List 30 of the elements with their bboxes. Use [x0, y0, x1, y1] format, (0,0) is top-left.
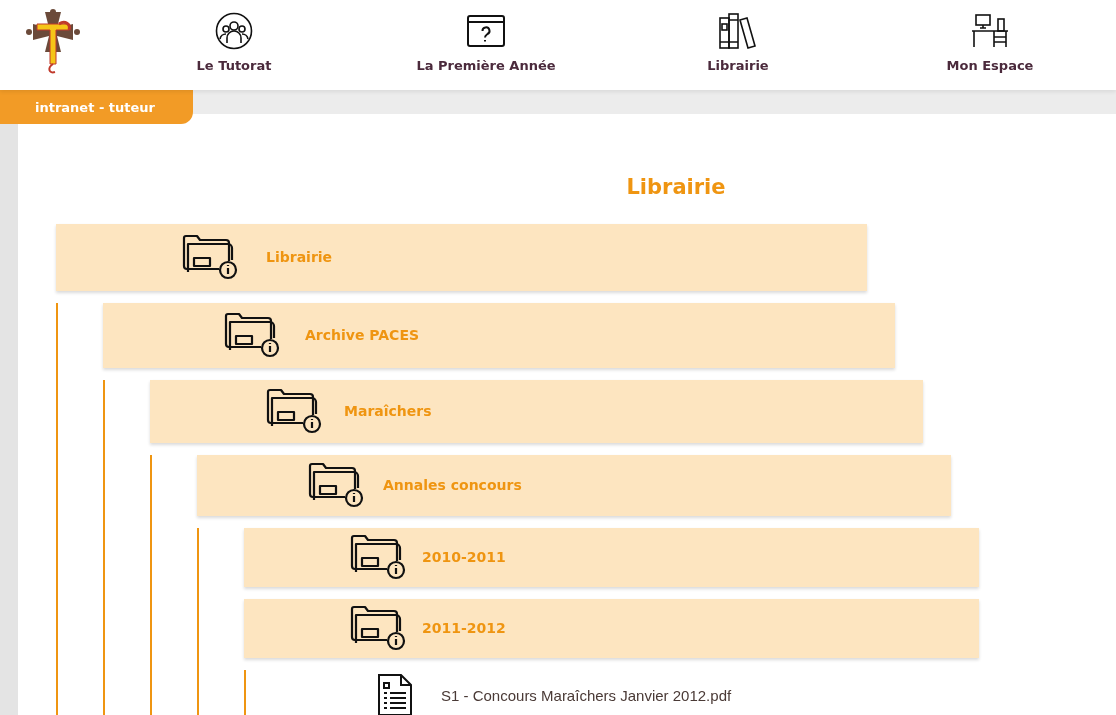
folder-row[interactable]: 2010-2011 [244, 527, 979, 587]
folder-row[interactable]: 2011-2012 [244, 598, 979, 658]
folder-info-icon [350, 605, 406, 651]
folder-info-icon [224, 312, 280, 358]
folder-info-icon [308, 462, 364, 508]
people-icon [215, 12, 253, 50]
folder-row[interactable]: Maraîchers [150, 379, 923, 443]
folder-name: Librairie [266, 247, 333, 267]
page-title: Librairie [625, 174, 727, 201]
folder-name: Maraîchers [344, 401, 432, 421]
nav-link[interactable]: Librairie [612, 0, 864, 76]
books-icon [718, 12, 758, 50]
question-window-icon [466, 14, 506, 48]
nav-link[interactable]: Le Tutorat [108, 0, 360, 76]
folder-row[interactable]: Annales concours [197, 454, 951, 516]
desk-icon [970, 13, 1010, 49]
folder-name: Archive PACES [305, 325, 420, 345]
folder-info-icon [182, 234, 238, 280]
folder-row[interactable]: Librairie [56, 223, 867, 291]
file-name: S1 - Concours Maraîchers Janvier 2012.pdf [441, 685, 732, 706]
file-row[interactable]: S1 - Concours Maraîchers Janvier 2012.pdf [291, 669, 1007, 715]
folder-name: 2010-2011 [422, 547, 506, 567]
role-badge: intranet - tuteur [0, 90, 193, 124]
folder-name: 2011-2012 [422, 618, 506, 638]
folder-info-icon [266, 388, 322, 434]
folder-info-icon [350, 534, 406, 580]
nav-link[interactable]: La Première Année [360, 0, 612, 76]
nav-link[interactable]: Mon Espace [864, 0, 1116, 76]
folder-name: Annales concours [383, 475, 522, 495]
folder-row[interactable]: Archive PACES [103, 302, 895, 368]
